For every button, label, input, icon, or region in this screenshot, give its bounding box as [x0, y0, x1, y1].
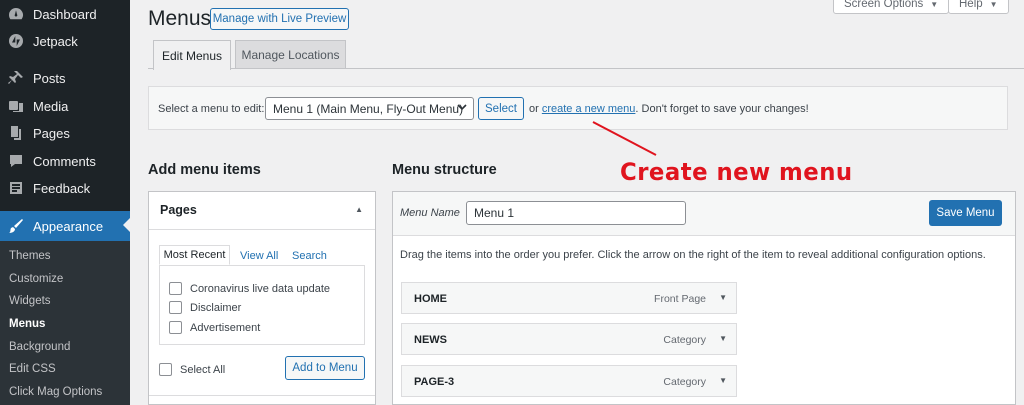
create-new-menu-link[interactable]: create a new menu — [542, 103, 636, 115]
sidebar-item-label: Comments — [33, 153, 96, 169]
sidebar-item-label: Posts — [33, 70, 66, 86]
current-page-arrow — [123, 218, 130, 232]
brush-icon — [8, 218, 24, 234]
menu-item[interactable]: PAGE-3 Category ▼ — [401, 365, 737, 397]
admin-sidebar: Dashboard Jetpack Posts Media Pages Comm… — [0, 0, 130, 405]
menu-instructions: Drag the items into the order you prefer… — [400, 249, 986, 261]
save-menu-button[interactable]: Save Menu — [929, 200, 1002, 226]
sidebar-item-pages[interactable]: Pages — [0, 119, 130, 147]
live-preview-button[interactable]: Manage with Live Preview — [210, 8, 349, 30]
menu-name-input[interactable]: Menu 1 — [466, 201, 686, 225]
help-label: Help — [959, 0, 983, 10]
page-title: Menus — [148, 7, 212, 30]
accordion-divider — [149, 395, 375, 396]
submenu-item-widgets[interactable]: Widgets — [9, 295, 51, 307]
tab-edit-menus[interactable]: Edit Menus — [153, 40, 231, 70]
menu-select-dropdown[interactable]: Menu 1 (Main Menu, Fly-Out Menu) — [265, 97, 474, 120]
dashboard-icon — [8, 6, 24, 22]
menu-item-type: Category — [663, 334, 706, 346]
tab-search[interactable]: Search — [292, 250, 327, 262]
sidebar-item-comments[interactable]: Comments — [0, 147, 130, 175]
sidebar-item-label: Dashboard — [33, 6, 97, 22]
page-checkbox-row: Advertisement — [169, 321, 260, 334]
menu-select-bar: Select a menu to edit: Menu 1 (Main Menu… — [148, 86, 1008, 130]
triangle-down-icon: ▼ — [930, 0, 939, 9]
select-all-checkbox[interactable] — [159, 363, 172, 376]
accordion-title: Pages — [160, 203, 197, 217]
submenu-item-customize[interactable]: Customize — [9, 273, 63, 285]
triangle-down-icon: ▼ — [989, 0, 998, 9]
page-checkbox-row: Coronavirus live data update — [169, 282, 330, 295]
menu-item[interactable]: HOME Front Page ▼ — [401, 282, 737, 314]
submenu-item-click-mag-options[interactable]: Click Mag Options — [9, 386, 102, 398]
page-label: Advertisement — [190, 321, 261, 334]
submenu-item-themes[interactable]: Themes — [9, 250, 51, 262]
appearance-submenu: Themes Customize Widgets Menus Backgroun… — [0, 241, 130, 405]
select-bar-tail: or create a new menu. Don't forget to sa… — [529, 103, 809, 115]
screen-options-label: Screen Options — [844, 0, 924, 10]
tab-divider — [148, 68, 1024, 69]
checkbox[interactable] — [169, 282, 182, 295]
annotation-create-new-menu: Create new menu — [620, 158, 853, 186]
menu-item[interactable]: NEWS Category ▼ — [401, 323, 737, 355]
or-text: or — [529, 103, 539, 115]
page-label: Disclaimer — [190, 301, 242, 314]
select-all-label: Select All — [180, 363, 226, 376]
menu-structure-heading: Menu structure — [392, 162, 497, 178]
selected-menu-value: Menu 1 (Main Menu, Fly-Out Menu) — [273, 101, 464, 116]
menu-item-type: Category — [663, 376, 706, 388]
select-menu-label: Select a menu to edit: — [158, 103, 265, 115]
select-button[interactable]: Select — [478, 97, 524, 120]
tab-most-recent[interactable]: Most Recent — [159, 245, 230, 265]
media-icon — [8, 98, 24, 114]
menu-item-title: HOME — [414, 293, 447, 305]
screen-options-button[interactable]: Screen Options ▼ — [833, 0, 950, 14]
save-reminder-text: . Don't forget to save your changes! — [635, 103, 809, 115]
feedback-icon — [8, 180, 24, 196]
sidebar-item-label: Pages — [33, 125, 70, 141]
add-to-menu-button[interactable]: Add to Menu — [285, 356, 365, 380]
menu-item-title: NEWS — [414, 334, 447, 346]
chevron-down-icon — [457, 104, 467, 111]
sidebar-item-label: Appearance — [33, 218, 104, 234]
menu-item-type: Front Page — [654, 293, 706, 305]
tab-manage-locations[interactable]: Manage Locations — [235, 40, 346, 69]
select-all-row: Select All — [159, 363, 225, 376]
sidebar-item-label: Feedback — [33, 180, 91, 196]
page-checkbox-row: Disclaimer — [169, 301, 241, 314]
sidebar-item-media[interactable]: Media — [0, 92, 130, 120]
sidebar-item-posts[interactable]: Posts — [0, 64, 130, 92]
triangle-up-icon[interactable]: ▲ — [355, 205, 363, 214]
accordion-header[interactable]: Pages ▲ — [149, 192, 375, 230]
tab-view-all[interactable]: View All — [240, 250, 278, 262]
menu-item-title: PAGE-3 — [414, 376, 455, 388]
triangle-down-icon[interactable]: ▼ — [719, 376, 727, 385]
pin-icon — [8, 70, 24, 86]
add-menu-items-heading: Add menu items — [148, 162, 261, 178]
submenu-item-menus[interactable]: Menus — [9, 318, 45, 330]
sidebar-item-label: Media — [33, 98, 69, 114]
triangle-down-icon[interactable]: ▼ — [719, 293, 727, 302]
jetpack-icon — [8, 33, 24, 49]
checkbox[interactable] — [169, 321, 182, 334]
page-label: Coronavirus live data update — [190, 282, 331, 295]
submenu-item-background[interactable]: Background — [9, 341, 70, 353]
triangle-down-icon[interactable]: ▼ — [719, 334, 727, 343]
checkbox[interactable] — [169, 301, 182, 314]
pages-icon — [8, 125, 24, 141]
sidebar-item-jetpack[interactable]: Jetpack — [0, 27, 130, 55]
sidebar-item-appearance[interactable]: Appearance — [0, 211, 130, 241]
sidebar-item-feedback[interactable]: Feedback — [0, 174, 130, 202]
sidebar-item-dashboard[interactable]: Dashboard — [0, 0, 130, 28]
sidebar-item-label: Jetpack — [33, 33, 78, 49]
menu-name-label: Menu Name — [400, 207, 460, 219]
submenu-item-edit-css[interactable]: Edit CSS — [9, 363, 56, 375]
help-button[interactable]: Help ▼ — [948, 0, 1009, 14]
comments-icon — [8, 153, 24, 169]
